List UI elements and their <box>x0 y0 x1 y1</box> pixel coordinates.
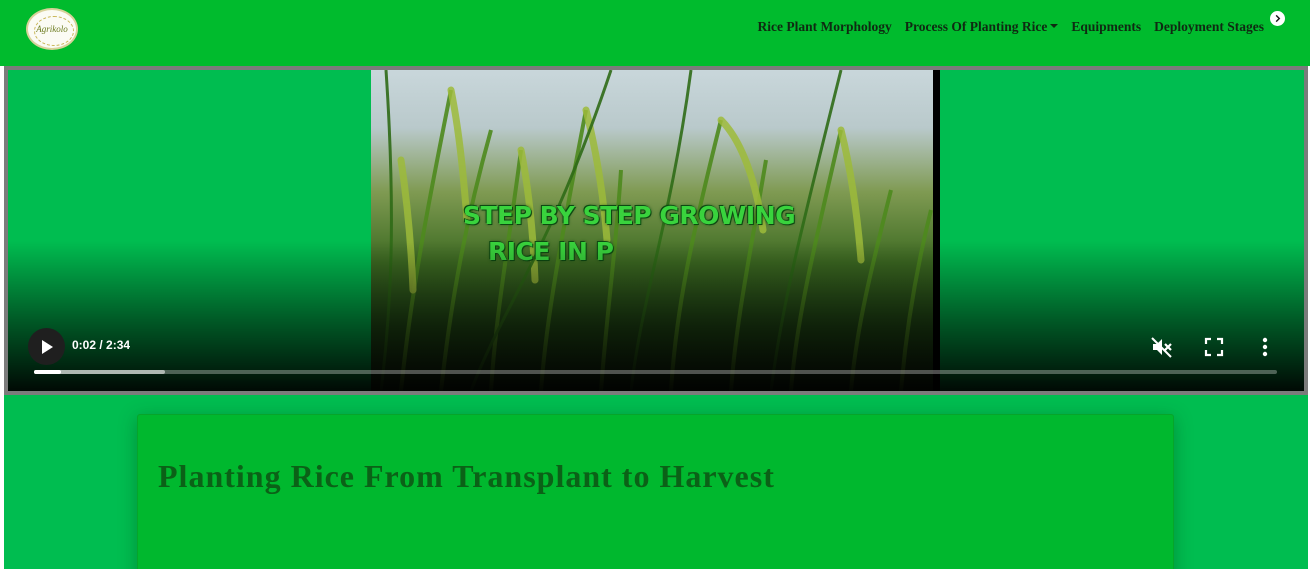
video-player[interactable]: STEP BY STEP GROWING RICE IN P 0:02 / 2:… <box>4 66 1308 395</box>
more-options-icon <box>1262 337 1268 357</box>
seek-bar[interactable] <box>34 370 1277 374</box>
controls-gradient <box>8 241 1304 391</box>
video-surface[interactable]: STEP BY STEP GROWING RICE IN P 0:02 / 2:… <box>8 70 1304 391</box>
video-caption-line1: STEP BY STEP GROWING <box>463 201 796 230</box>
more-options-button[interactable] <box>1251 333 1279 361</box>
content-card: Planting Rice From Transplant to Harvest <box>137 414 1174 569</box>
nav-item-equipments[interactable]: Equipments <box>1071 19 1141 35</box>
fullscreen-icon <box>1204 337 1224 357</box>
fullscreen-button[interactable] <box>1200 333 1228 361</box>
navbar: Agrikolo Rice Plant Morphology Process O… <box>0 0 1310 66</box>
wheat-wreath-icon <box>34 16 74 46</box>
chevron-right-icon[interactable] <box>1270 11 1285 26</box>
brand-logo[interactable]: Agrikolo <box>26 8 78 50</box>
nav-item-label: Rice Plant Morphology <box>757 19 892 34</box>
nav-links: Rice Plant Morphology Process Of Plantin… <box>757 19 1264 35</box>
nav-item-label: Equipments <box>1071 19 1142 34</box>
time-display: 0:02 / 2:34 <box>72 338 131 352</box>
nav-item-label: Deployment Stages <box>1154 19 1264 34</box>
card-title: Planting Rice From Transplant to Harvest <box>158 458 775 494</box>
mute-button[interactable] <box>1148 333 1176 361</box>
play-button[interactable] <box>28 328 65 365</box>
volume-off-icon <box>1151 337 1172 358</box>
nav-item-deployment-stages[interactable]: Deployment Stages <box>1154 19 1264 35</box>
nav-item-rice-plant-morphology[interactable]: Rice Plant Morphology <box>757 19 891 35</box>
seek-bar-played <box>34 370 62 374</box>
nav-item-label: Process Of Planting Rice <box>904 19 1048 34</box>
nav-item-process-of-planting-rice[interactable]: Process Of Planting Rice <box>905 19 1059 35</box>
caret-down-icon <box>1050 24 1059 28</box>
play-icon <box>41 339 53 354</box>
